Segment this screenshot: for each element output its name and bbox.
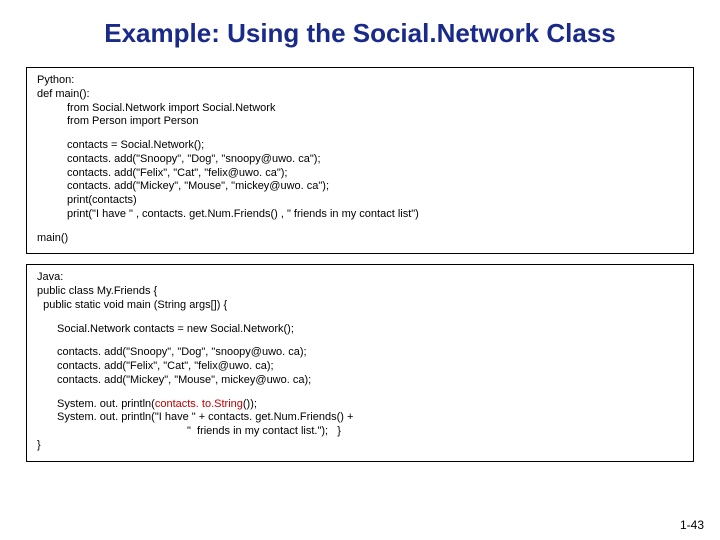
java-code-box: Java: public class My.Friends { public s… [26,264,694,461]
code-line: Python: [37,74,683,88]
slide-number: 1-43 [680,518,704,532]
code-line: Java: [37,271,683,285]
code-line: def main(): [37,88,683,102]
code-line: contacts. add("Mickey", "Mouse", "mickey… [37,180,683,194]
python-code-box: Python: def main(): from Social.Network … [26,67,694,254]
slide-title: Example: Using the Social.Network Class [0,0,720,59]
code-line: public static void main (String args[]) … [37,299,683,313]
code-line: contacts. add("Felix", "Cat", "felix@uwo… [37,167,683,181]
code-line: contacts. add("Snoopy", "Dog", "snoopy@u… [37,346,683,360]
code-line: from Social.Network import Social.Networ… [37,102,683,116]
code-line: contacts. add("Snoopy", "Dog", "snoopy@u… [37,153,683,167]
code-line: print("I have " , contacts. get.Num.Frie… [37,208,683,222]
code-line: main() [37,232,683,246]
code-line: contacts. add("Felix", "Cat", "felix@uwo… [37,360,683,374]
code-line: } [37,439,683,453]
code-line: System. out. println(contacts. to.String… [37,398,683,412]
code-line: public class My.Friends { [37,285,683,299]
code-line: print(contacts) [37,194,683,208]
code-line: contacts = Social.Network(); [37,139,683,153]
code-line: Social.Network contacts = new Social.Net… [37,323,683,337]
code-line: contacts. add("Mickey", "Mouse", mickey@… [37,374,683,388]
code-line: System. out. println("I have " + contact… [37,411,683,425]
code-line: " friends in my contact list."); } [37,425,683,439]
code-line: from Person import Person [37,115,683,129]
highlighted-code: contacts. to.String [155,398,243,410]
